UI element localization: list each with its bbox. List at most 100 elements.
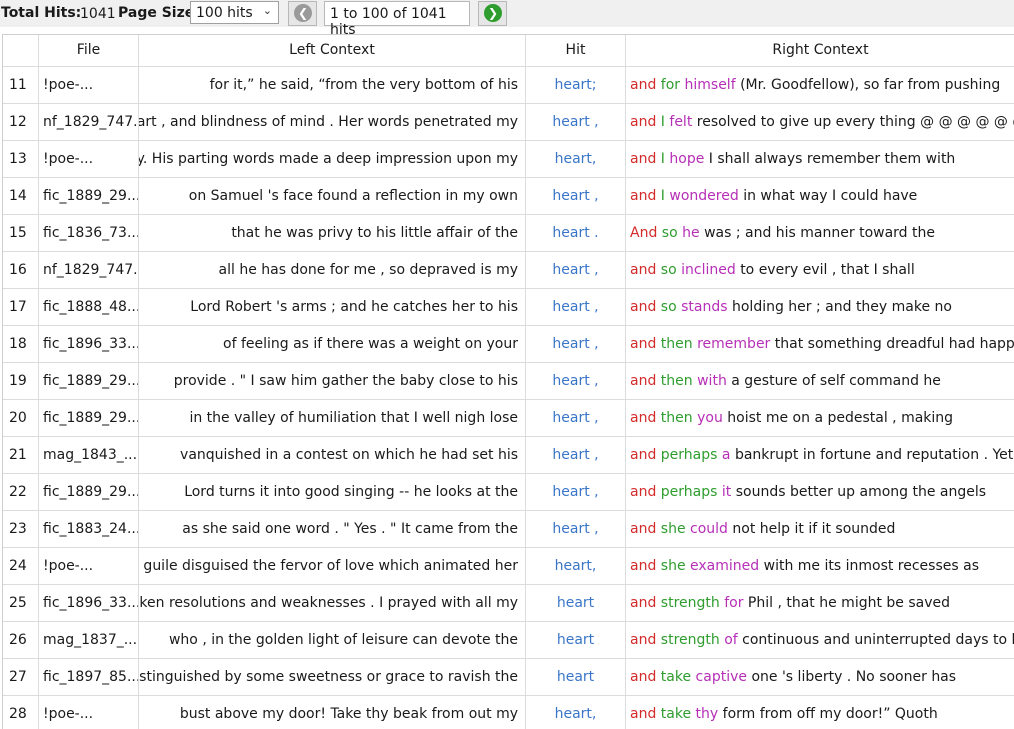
right-context-cell[interactable]: and take thy form from off my door!” Quo…: [626, 696, 1014, 729]
left-context-cell[interactable]: Lord turns it into good singing -- he lo…: [139, 474, 526, 510]
header-hit[interactable]: Hit: [526, 35, 626, 66]
left-context-cell[interactable]: that he was privy to his little affair o…: [139, 215, 526, 251]
file-cell[interactable]: fic_1836_73...: [39, 215, 139, 251]
table-row[interactable]: 24 !poe-... No guile disguised the fervor …: [3, 547, 1014, 584]
right-context-cell[interactable]: and strength of continuous and uninterru…: [626, 622, 1014, 658]
hit-cell[interactable]: heart ,: [526, 252, 626, 288]
left-context-cell[interactable]: vanquished in a contest on which he had …: [139, 437, 526, 473]
hit-cell[interactable]: heart .: [526, 215, 626, 251]
table-row[interactable]: 22 fic_1889_29... Lord turns it into good …: [3, 473, 1014, 510]
hit-cell[interactable]: heart ,: [526, 363, 626, 399]
file-cell[interactable]: fic_1889_29...: [39, 400, 139, 436]
table-row[interactable]: 19 fic_1889_29... provide . " I saw him ga…: [3, 362, 1014, 399]
left-context-cell[interactable]: provide . " I saw him gather the baby cl…: [139, 363, 526, 399]
right-context-cell[interactable]: and then remember that something dreadfu…: [626, 326, 1014, 362]
right-context-rest: not help it if it sounded: [732, 521, 896, 537]
table-row[interactable]: 17 fic_1888_48... Lord Robert 's arms ; an…: [3, 288, 1014, 325]
right-context-cell[interactable]: and for himself (Mr. Goodfellow), so far…: [626, 67, 1014, 103]
file-cell[interactable]: mag_1837_...: [39, 622, 139, 658]
left-context-cell[interactable]: bust above my door! Take thy beak from o…: [139, 696, 526, 729]
right-context-cell[interactable]: and I felt resolved to give up every thi…: [626, 104, 1014, 140]
hit-cell[interactable]: heart: [526, 659, 626, 695]
left-context-cell[interactable]: on Samuel 's face found a reflection in …: [139, 178, 526, 214]
left-context-cell[interactable]: ility. His parting words made a deep imp…: [139, 141, 526, 177]
file-cell[interactable]: fic_1883_24...: [39, 511, 139, 547]
table-row[interactable]: 16 nf_1829_747... all he has done for me ,…: [3, 251, 1014, 288]
right-context-cell[interactable]: and perhaps it sounds better up among th…: [626, 474, 1014, 510]
header-row-number[interactable]: [3, 35, 39, 66]
right-context-cell[interactable]: and I hope I shall always remember them …: [626, 141, 1014, 177]
left-context-cell[interactable]: ch distinguished by some sweetness or gr…: [139, 659, 526, 695]
file-cell[interactable]: nf_1829_747...: [39, 104, 139, 140]
left-context-cell[interactable]: No guile disguised the fervor of love wh…: [139, 548, 526, 584]
table-row[interactable]: 25 fic_1896_33... broken resolutions and w…: [3, 584, 1014, 621]
left-context-cell[interactable]: heart , and blindness of mind . Her word…: [139, 104, 526, 140]
left-context-cell[interactable]: broken resolutions and weaknesses . I pr…: [139, 585, 526, 621]
left-context-cell[interactable]: who , in the golden light of leisure can…: [139, 622, 526, 658]
right-context-cell[interactable]: and I wondered in what way I could have: [626, 178, 1014, 214]
file-cell[interactable]: !poe-...: [39, 548, 139, 584]
table-row[interactable]: 28 !poe-... bust above my door! Take thy b…: [3, 695, 1014, 729]
previous-page-button[interactable]: ❮: [288, 1, 317, 26]
table-row[interactable]: 14 fic_1889_29... on Samuel 's face found …: [3, 177, 1014, 214]
right-context-cell[interactable]: and perhaps a bankrupt in fortune and re…: [626, 437, 1014, 473]
file-cell[interactable]: nf_1829_747...: [39, 252, 139, 288]
table-row[interactable]: 23 fic_1883_24... as she said one word . "…: [3, 510, 1014, 547]
table-row[interactable]: 27 fic_1897_85... ch distinguished by some…: [3, 658, 1014, 695]
left-context-cell[interactable]: as she said one word . " Yes . " It came…: [139, 511, 526, 547]
file-cell[interactable]: mag_1843_...: [39, 437, 139, 473]
hit-cell[interactable]: heart ,: [526, 289, 626, 325]
hit-cell[interactable]: heart ,: [526, 104, 626, 140]
right-context-cell[interactable]: And so he was ; and his manner toward th…: [626, 215, 1014, 251]
file-cell[interactable]: !poe-...: [39, 141, 139, 177]
file-cell[interactable]: !poe-...: [39, 696, 139, 729]
hit-cell[interactable]: heart: [526, 585, 626, 621]
table-row[interactable]: 26 mag_1837_... who , in the golden light …: [3, 621, 1014, 658]
table-row[interactable]: 18 fic_1896_33... of feeling as if there w…: [3, 325, 1014, 362]
page-size-select[interactable]: 100 hits ⌄: [190, 1, 279, 24]
hit-cell[interactable]: heart;: [526, 67, 626, 103]
table-row[interactable]: 21 mag_1843_... vanquished in a contest on…: [3, 436, 1014, 473]
right-context-cell[interactable]: and so stands holding her ; and they mak…: [626, 289, 1014, 325]
right-context-cell[interactable]: and then with a gesture of self command …: [626, 363, 1014, 399]
file-cell[interactable]: fic_1889_29...: [39, 474, 139, 510]
file-cell[interactable]: fic_1888_48...: [39, 289, 139, 325]
header-left-context[interactable]: Left Context: [139, 35, 526, 66]
table-row[interactable]: 13 !poe-... ility. His parting words made …: [3, 140, 1014, 177]
hit-cell[interactable]: heart: [526, 622, 626, 658]
hit-cell[interactable]: heart ,: [526, 474, 626, 510]
hit-cell[interactable]: heart,: [526, 141, 626, 177]
left-context-cell[interactable]: for it,” he said, “from the very bottom …: [139, 67, 526, 103]
table-row[interactable]: 20 fic_1889_29... in the valley of humilia…: [3, 399, 1014, 436]
right-context-cell[interactable]: and take captive one 's liberty . No soo…: [626, 659, 1014, 695]
hit-cell[interactable]: heart ,: [526, 326, 626, 362]
hit-cell[interactable]: heart ,: [526, 511, 626, 547]
file-cell[interactable]: fic_1897_85...: [39, 659, 139, 695]
header-right-context[interactable]: Right Context: [626, 35, 1014, 66]
right-context-cell[interactable]: and then you hoist me on a pedestal , ma…: [626, 400, 1014, 436]
right-context-cell[interactable]: and so inclined to every evil , that I s…: [626, 252, 1014, 288]
hit-cell[interactable]: heart ,: [526, 178, 626, 214]
right-context-cell[interactable]: and strength for Phil , that he might be…: [626, 585, 1014, 621]
header-file[interactable]: File: [39, 35, 139, 66]
table-row[interactable]: 15 fic_1836_73... that he was privy to his…: [3, 214, 1014, 251]
file-cell[interactable]: fic_1896_33...: [39, 585, 139, 621]
hit-range-display: 1 to 100 of 1041 hits: [324, 1, 470, 38]
table-row[interactable]: 12 nf_1829_747... heart , and blindness of…: [3, 103, 1014, 140]
hit-cell[interactable]: heart,: [526, 696, 626, 729]
table-row[interactable]: 11 !poe-... for it,” he said, “from the ve…: [3, 66, 1014, 103]
left-context-cell[interactable]: all he has done for me , so depraved is …: [139, 252, 526, 288]
hit-cell[interactable]: heart ,: [526, 437, 626, 473]
file-cell[interactable]: fic_1889_29...: [39, 363, 139, 399]
file-cell[interactable]: !poe-...: [39, 67, 139, 103]
file-cell[interactable]: fic_1896_33...: [39, 326, 139, 362]
hit-cell[interactable]: heart ,: [526, 400, 626, 436]
left-context-cell[interactable]: of feeling as if there was a weight on y…: [139, 326, 526, 362]
right-context-cell[interactable]: and she could not help it if it sounded: [626, 511, 1014, 547]
file-cell[interactable]: fic_1889_29...: [39, 178, 139, 214]
next-page-button[interactable]: ❯: [478, 1, 507, 26]
left-context-cell[interactable]: in the valley of humiliation that I well…: [139, 400, 526, 436]
left-context-cell[interactable]: Lord Robert 's arms ; and he catches her…: [139, 289, 526, 325]
right-context-cell[interactable]: and she examined with me its inmost rece…: [626, 548, 1014, 584]
hit-cell[interactable]: heart,: [526, 548, 626, 584]
